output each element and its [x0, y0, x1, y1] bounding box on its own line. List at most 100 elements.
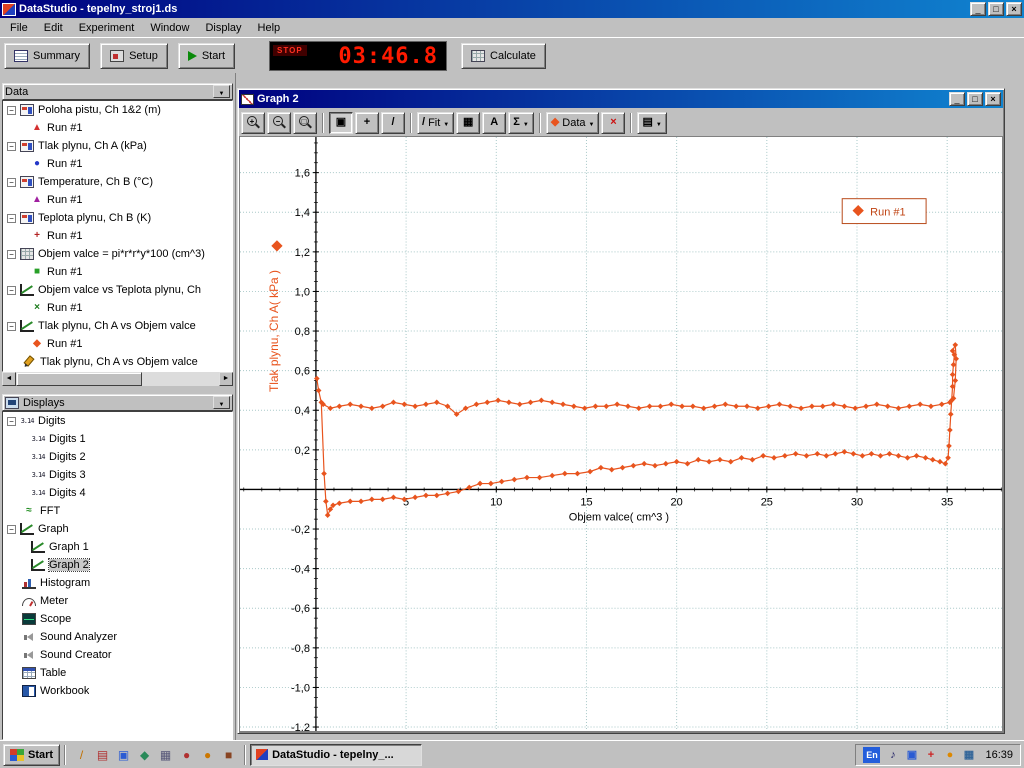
- display-subitem[interactable]: 3.14Digits 1: [3, 430, 232, 448]
- data-tree-hscrollbar[interactable]: [2, 372, 233, 386]
- magnifier-zoom-out-icon: −: [273, 116, 286, 129]
- tree-expander[interactable]: [7, 214, 16, 223]
- displays-panel-menu-button[interactable]: [213, 396, 230, 409]
- chart-plot-area[interactable]: 51015202530351,61,41,21,00,80,60,40,2-0,…: [239, 136, 1003, 732]
- language-indicator[interactable]: En: [863, 747, 880, 763]
- run-item[interactable]: ▲Run #1: [3, 191, 232, 209]
- quicklaunch-calculator-icon[interactable]: ▦: [157, 746, 174, 763]
- menu-display[interactable]: Display: [197, 20, 249, 36]
- svg-text:1,6: 1,6: [295, 168, 310, 180]
- sensor-icon: [20, 212, 34, 224]
- display-subitem[interactable]: 3.14Digits 2: [3, 448, 232, 466]
- calculate-button[interactable]: Calculate: [461, 43, 546, 69]
- start-button[interactable]: Start: [178, 43, 235, 69]
- volume-icon[interactable]: ♪: [885, 747, 900, 762]
- quicklaunch-pen-icon[interactable]: /: [73, 746, 90, 763]
- pv-diagram-chart[interactable]: 51015202530351,61,41,21,00,80,60,40,2-0,…: [240, 137, 1002, 731]
- quicklaunch-document-icon[interactable]: ▤: [94, 746, 111, 763]
- display-subitem[interactable]: 3.14Digits 3: [3, 466, 232, 484]
- scale-to-fit-button[interactable]: ▣: [329, 112, 353, 134]
- data-item[interactable]: Tlak plynu, Ch A vs Objem valce: [3, 353, 232, 371]
- menu-edit[interactable]: Edit: [36, 20, 71, 36]
- tree-expander[interactable]: [7, 106, 16, 115]
- scale-to-fit-icon: ▣: [336, 117, 346, 128]
- tree-expander[interactable]: [7, 322, 16, 331]
- graph-maximize-button[interactable]: [967, 92, 983, 106]
- graph-close-button[interactable]: [985, 92, 1001, 106]
- minimize-button[interactable]: [970, 2, 986, 16]
- scheduler-icon[interactable]: ●: [942, 747, 957, 762]
- delete-display-button[interactable]: ×: [601, 112, 625, 134]
- menu-help[interactable]: Help: [250, 20, 289, 36]
- data-panel-menu-button[interactable]: [213, 85, 230, 98]
- scrollbar-thumb[interactable]: [16, 372, 142, 386]
- scroll-right-button[interactable]: [219, 372, 233, 386]
- display-item[interactable]: Workbook: [3, 682, 232, 700]
- display-item[interactable]: Scope: [3, 610, 232, 628]
- display-item[interactable]: Sound Analyzer: [3, 628, 232, 646]
- display-item[interactable]: Sound Creator: [3, 646, 232, 664]
- statistics-button[interactable]: Σ: [508, 112, 534, 134]
- data-item[interactable]: Teplota plynu, Ch B (K): [3, 209, 232, 227]
- slope-tool-button[interactable]: /: [381, 112, 405, 134]
- close-button[interactable]: [1006, 2, 1022, 16]
- display-item[interactable]: Meter: [3, 592, 232, 610]
- run-item[interactable]: +Run #1: [3, 227, 232, 245]
- run-item[interactable]: ▲Run #1: [3, 119, 232, 137]
- zoom-in-button[interactable]: +: [241, 112, 265, 134]
- zoom-out-button[interactable]: −: [267, 112, 291, 134]
- quicklaunch-media-icon[interactable]: ●: [178, 746, 195, 763]
- tree-expander[interactable]: [7, 250, 16, 259]
- calculator-button[interactable]: ▦: [456, 112, 480, 134]
- fit-menu-button[interactable]: /Fit: [417, 112, 454, 134]
- menu-file[interactable]: File: [2, 20, 36, 36]
- zoom-select-button[interactable]: □: [293, 112, 317, 134]
- display-item[interactable]: Table: [3, 664, 232, 682]
- tree-expander[interactable]: [7, 525, 16, 534]
- tree-expander[interactable]: [7, 142, 16, 151]
- network-icon[interactable]: ▦: [961, 747, 976, 762]
- data-item[interactable]: Objem valce = pi*r*r*y*100 (cm^3): [3, 245, 232, 263]
- display-settings-icon[interactable]: ▣: [904, 747, 919, 762]
- text-annotation-button[interactable]: A: [482, 112, 506, 134]
- run-item[interactable]: ×Run #1: [3, 299, 232, 317]
- quicklaunch-browser-icon[interactable]: ●: [199, 746, 216, 763]
- maximize-button[interactable]: [988, 2, 1004, 16]
- quicklaunch-desktop-icon[interactable]: ▣: [115, 746, 132, 763]
- start-menu-button[interactable]: Start: [3, 744, 60, 766]
- setup-button[interactable]: Setup: [100, 43, 168, 69]
- display-item[interactable]: 3.14Digits: [3, 412, 232, 430]
- menu-window[interactable]: Window: [142, 20, 197, 36]
- data-item[interactable]: Tlak plynu, Ch A vs Objem valce: [3, 317, 232, 335]
- quicklaunch-mail-icon[interactable]: ◆: [136, 746, 153, 763]
- main-toolbar: Summary Setup Start STOP 03:46.8 Calcula…: [0, 37, 1024, 73]
- quicklaunch-tools-icon[interactable]: ■: [220, 746, 237, 763]
- display-subitem[interactable]: 3.14Digits 4: [3, 484, 232, 502]
- antivirus-icon[interactable]: +: [923, 747, 938, 762]
- graph-settings-button[interactable]: ▤: [637, 112, 666, 134]
- display-item[interactable]: ≈FFT: [3, 502, 232, 520]
- display-subitem[interactable]: Graph 2: [3, 556, 232, 574]
- tree-expander[interactable]: [7, 286, 16, 295]
- display-item[interactable]: Histogram: [3, 574, 232, 592]
- scrollbar-track[interactable]: [16, 372, 219, 386]
- menu-experiment[interactable]: Experiment: [71, 20, 143, 36]
- graph-minimize-button[interactable]: [949, 92, 965, 106]
- data-item[interactable]: Objem valce vs Teplota plynu, Ch: [3, 281, 232, 299]
- taskbar-datastudio-button[interactable]: DataStudio - tepelny_...: [250, 744, 422, 766]
- data-item[interactable]: Poloha pistu, Ch 1&2 (m): [3, 101, 232, 119]
- display-subitem[interactable]: Graph 1: [3, 538, 232, 556]
- data-item[interactable]: Tlak plynu, Ch A (kPa): [3, 137, 232, 155]
- svg-text:-0,2: -0,2: [291, 524, 310, 536]
- run-item[interactable]: ■Run #1: [3, 263, 232, 281]
- tree-expander[interactable]: [7, 417, 16, 426]
- run-item[interactable]: ●Run #1: [3, 155, 232, 173]
- tree-expander[interactable]: [7, 178, 16, 187]
- data-item[interactable]: Temperature, Ch B (°C): [3, 173, 232, 191]
- scroll-left-button[interactable]: [2, 372, 16, 386]
- smart-tool-button[interactable]: +: [355, 112, 379, 134]
- display-item[interactable]: Graph: [3, 520, 232, 538]
- summary-button[interactable]: Summary: [4, 43, 90, 69]
- run-item[interactable]: ◆Run #1: [3, 335, 232, 353]
- data-menu-button[interactable]: ◆Data: [546, 112, 600, 134]
